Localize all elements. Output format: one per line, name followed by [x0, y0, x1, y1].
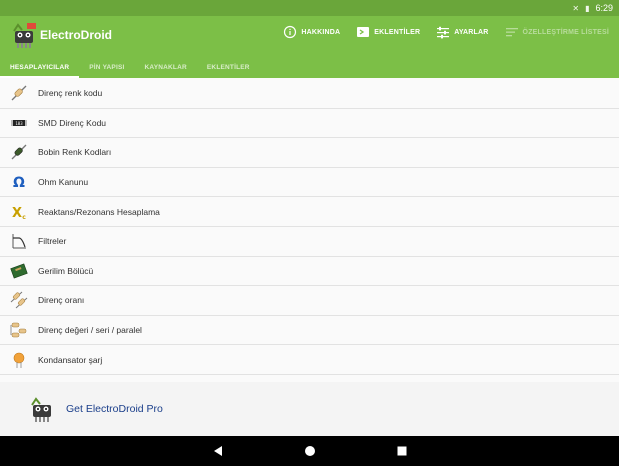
- app-logo-icon: [13, 23, 36, 48]
- list-item-label: Gerilim Bölücü: [38, 265, 94, 276]
- tab-calculators[interactable]: HESAPLAYICILAR: [0, 56, 80, 78]
- series-parallel-icon: [10, 322, 27, 338]
- recents-icon: [397, 446, 406, 456]
- about-button[interactable]: HAKKINDA: [283, 25, 340, 39]
- list-item[interactable]: Direnç oranı: [0, 286, 619, 316]
- list-item[interactable]: Filtreler: [0, 226, 619, 257]
- status-time: 6:29: [595, 3, 613, 13]
- list-item-label: Filtreler: [38, 236, 67, 247]
- svg-text:c: c: [22, 214, 26, 221]
- list-item-label: Direnç oranı: [38, 295, 85, 306]
- list-item-label: Bobin Renk Kodları: [38, 147, 112, 158]
- back-button[interactable]: [211, 444, 225, 458]
- svg-text:103: 103: [15, 121, 23, 126]
- calculator-list: Direnç renk kodu 103 SMD Direnç Kodu Bob…: [0, 79, 619, 375]
- list-item[interactable]: Xc Reaktans/Rezonans Hesaplama: [0, 197, 619, 227]
- list-item-label: Direnç renk kodu: [38, 88, 103, 99]
- list-item[interactable]: Gerilim Bölücü: [0, 256, 619, 287]
- svg-text:X: X: [12, 206, 22, 221]
- list-item-label: SMD Direnç Kodu: [38, 117, 107, 128]
- resistor-icon: [11, 85, 27, 101]
- customize-list-label: ÖZELLEŞTİRME LİSTESİ: [522, 28, 609, 36]
- tab-plugins[interactable]: EKLENTİLER: [197, 56, 260, 78]
- resistor-ratio-icon: [10, 292, 28, 309]
- get-pro-text: Get ElectroDroid Pro: [66, 403, 163, 415]
- status-bar: ✕ ▮ 6:29: [0, 0, 619, 16]
- list-item[interactable]: Direnç değeri / seri / paralel: [0, 315, 619, 346]
- home-icon: [304, 446, 315, 456]
- settings-button[interactable]: AYARLAR: [436, 25, 488, 39]
- ohm-icon: Ω: [13, 175, 25, 191]
- capacitor-icon: [13, 352, 25, 368]
- recents-button[interactable]: [395, 444, 409, 458]
- about-label: HAKKINDA: [301, 28, 341, 36]
- get-pro-banner[interactable]: Get ElectroDroid Pro: [0, 382, 619, 436]
- list-item-label: Kondansator şarj: [38, 354, 103, 365]
- list-item-label: Ohm Kanunu: [38, 177, 89, 188]
- battery-icon: ▮: [585, 3, 590, 13]
- list-item-label: Direnç değeri / seri / paralel: [38, 325, 142, 336]
- inductor-icon: [11, 145, 27, 160]
- settings-icon: [437, 26, 450, 39]
- svg-text:Ω: Ω: [13, 175, 25, 191]
- home-button[interactable]: [303, 444, 317, 458]
- filter-icon: [12, 234, 26, 249]
- list-item[interactable]: 103 SMD Direnç Kodu: [0, 108, 619, 139]
- plugins-label: EKLENTİLER: [374, 28, 421, 36]
- no-signal-icon: ✕: [572, 3, 580, 13]
- sort-icon: [505, 28, 518, 37]
- action-bar: HAKKINDA EKLENTİLER AYARLAR ÖZELLEŞTİRME…: [283, 25, 609, 39]
- customize-list-button[interactable]: ÖZELLEŞTİRME LİSTESİ: [505, 25, 609, 39]
- list-item-label: Reaktans/Rezonans Hesaplama: [38, 206, 160, 217]
- system-nav-bar: [0, 436, 619, 466]
- list-item[interactable]: Kondansator şarj: [0, 345, 619, 375]
- smd-resistor-icon: 103: [11, 119, 27, 126]
- plugins-button[interactable]: EKLENTİLER: [356, 25, 420, 39]
- list-item[interactable]: Direnç renk kodu: [0, 79, 619, 109]
- app-title: ElectroDroid: [40, 28, 113, 42]
- pro-logo-icon: [31, 397, 51, 422]
- voltage-divider-icon: [10, 263, 28, 279]
- list-item[interactable]: Ω Ohm Kanunu: [0, 167, 619, 198]
- plugin-icon: [357, 27, 370, 37]
- app-bar: ElectroDroid HAKKINDA EKLENTİLER AYARLAR…: [0, 16, 619, 56]
- settings-label: AYARLAR: [454, 28, 489, 36]
- tab-bar: HESAPLAYICILAR PİN YAPISI KAYNAKLAR EKLE…: [0, 56, 619, 78]
- back-icon: [213, 446, 222, 456]
- reactance-icon: Xc: [12, 206, 26, 221]
- tab-resources[interactable]: KAYNAKLAR: [135, 56, 197, 78]
- tab-pinouts[interactable]: PİN YAPISI: [79, 56, 134, 78]
- list-item[interactable]: Bobin Renk Kodları: [0, 138, 619, 168]
- info-icon: [284, 25, 297, 39]
